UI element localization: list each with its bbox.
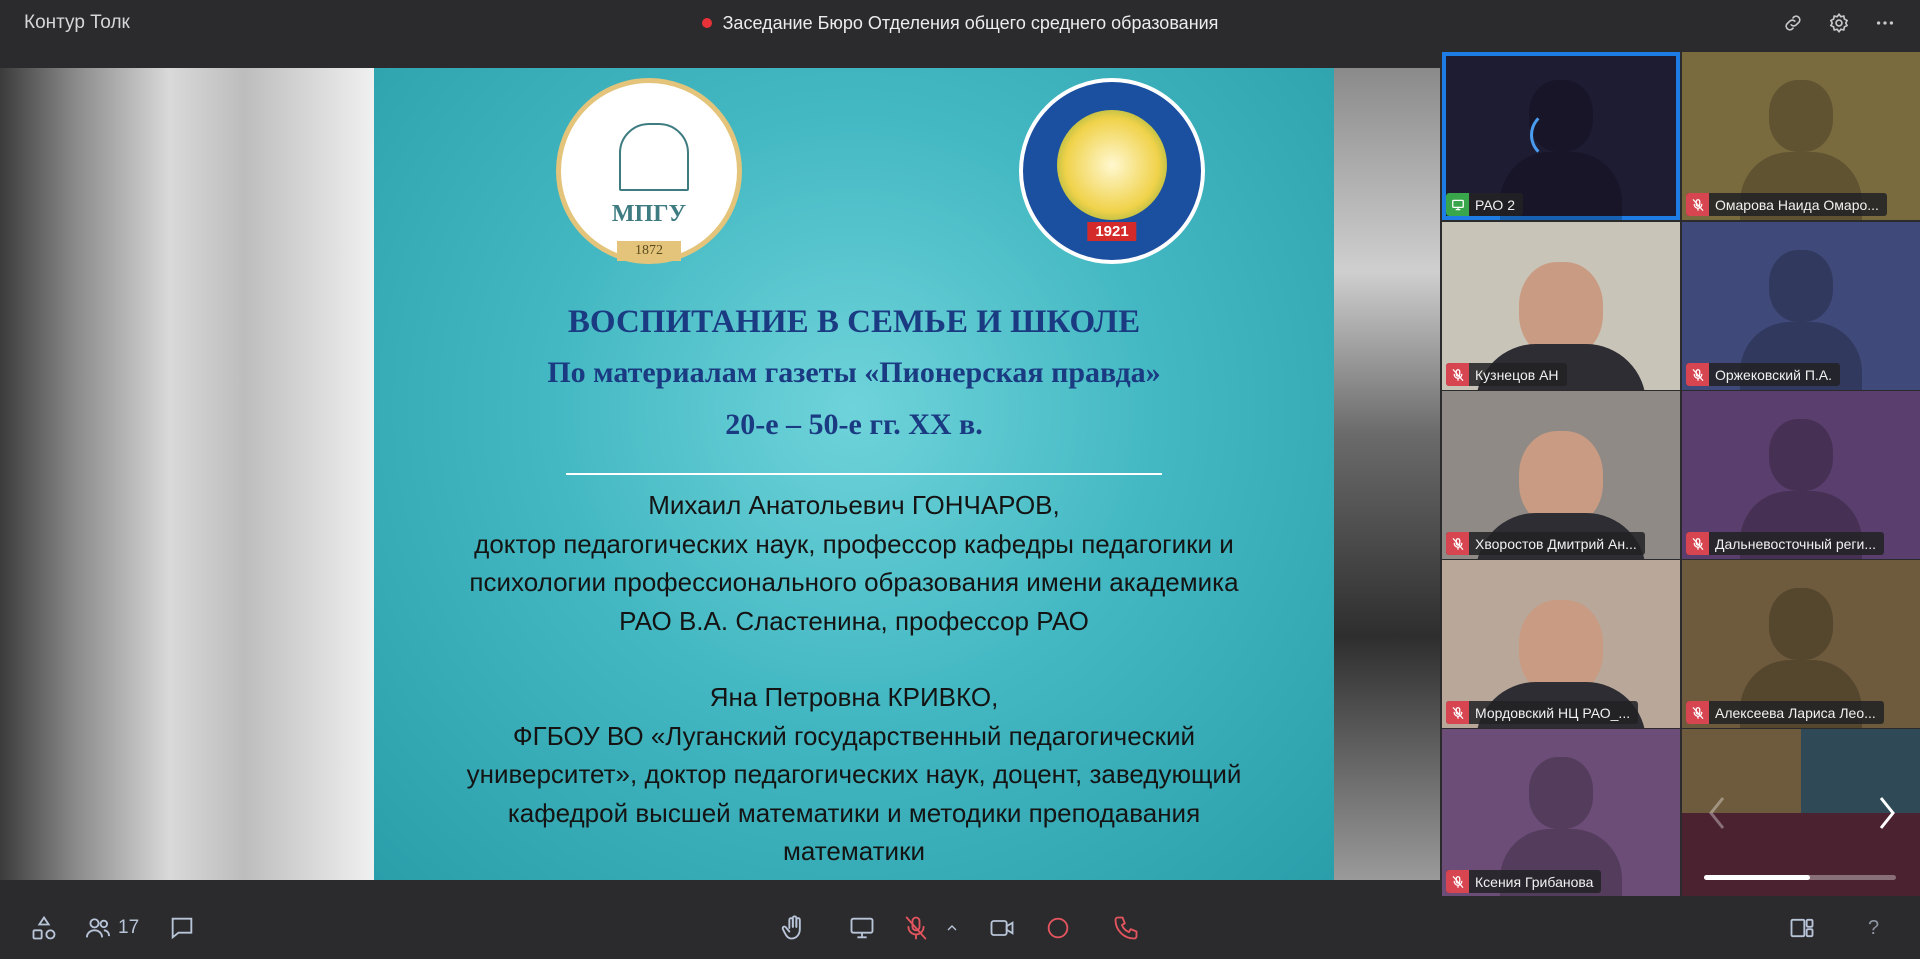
participant-name-tag: РАО 2 [1446, 193, 1523, 216]
participant-name-tag: Омарова Наида Омаро... [1686, 193, 1887, 216]
participant-name: Кузнецов АН [1475, 366, 1559, 383]
participant-name: Ксения Грибанова [1475, 873, 1594, 890]
page-indicator [1704, 875, 1896, 880]
camera-icon[interactable] [988, 912, 1016, 944]
avatar-placeholder-icon [1769, 80, 1833, 152]
participants-button[interactable]: 17 [84, 912, 139, 944]
participant-tile[interactable]: Мордовский НЦ РАО_... [1442, 560, 1680, 728]
book-icon [1057, 110, 1167, 220]
hang-up-icon[interactable] [1112, 912, 1140, 944]
author-1: Михаил Анатольевич ГОНЧАРОВ, доктор педа… [469, 490, 1239, 636]
more-participants-tile[interactable] [1682, 729, 1920, 896]
participants-grid: РАО 2 Омарова Наида Омаро... Кузнецов АН Ор… [1442, 52, 1920, 897]
lgpu-logo-year: 1921 [1087, 222, 1137, 241]
participant-name: Омарова Наида Омаро... [1715, 196, 1879, 213]
author-2: Яна Петровна КРИВКО, ФГБОУ ВО «Луганский… [466, 682, 1242, 866]
participant-name: Алексеева Лариса Лео... [1715, 704, 1876, 721]
participant-name-tag: Мордовский НЦ РАО_... [1446, 701, 1639, 724]
screen-share-status-icon [1446, 193, 1469, 216]
participant-tile[interactable]: Хворостов Дмитрий Ан... [1442, 391, 1680, 559]
participants-icon [84, 914, 112, 942]
mic-muted-icon [1446, 701, 1469, 724]
participant-name: Дальневосточный реги... [1715, 535, 1877, 552]
more-icon[interactable] [1872, 10, 1898, 36]
mini-tile [1682, 812, 1801, 896]
header-actions [1780, 10, 1898, 36]
participant-tile[interactable]: Дальневосточный реги... [1682, 391, 1920, 559]
chat-icon[interactable] [168, 912, 196, 944]
participant-name-tag: Алексеева Лариса Лео... [1686, 701, 1884, 724]
participant-name-tag: Дальневосточный реги... [1686, 532, 1885, 555]
top-bar: Контур Толк Заседание Бюро Отделения общ… [0, 0, 1920, 50]
avatar-placeholder-icon [1529, 757, 1593, 829]
mini-tile [1682, 729, 1801, 813]
participant-name: Мордовский НЦ РАО_... [1475, 704, 1631, 721]
mic-muted-icon [1446, 363, 1469, 386]
raise-hand-icon[interactable] [780, 912, 808, 944]
mini-tile [1801, 729, 1920, 813]
participant-tile[interactable]: Омарова Наида Омаро... [1682, 52, 1920, 220]
building-icon [619, 123, 689, 191]
mic-muted-icon [1446, 870, 1469, 893]
participant-name: Хворостов Дмитрий Ан... [1475, 535, 1637, 552]
layout-icon[interactable] [1788, 912, 1816, 944]
mic-muted-icon [1686, 532, 1709, 555]
loading-spinner-icon [1530, 110, 1580, 160]
participant-name: Оржековский П.А. [1715, 366, 1833, 383]
participant-tile[interactable]: Кузнецов АН [1442, 222, 1680, 390]
screen-share-icon[interactable] [848, 912, 876, 944]
shared-screen: МПГУ 1872 1921 ВОСПИТАНИЕ В СЕМЬЕ И ШКОЛ… [0, 68, 1440, 880]
participant-tile[interactable]: Ксения Грибанова [1442, 729, 1680, 897]
gear-icon[interactable] [1826, 10, 1852, 36]
avatar-placeholder-icon [1769, 250, 1833, 322]
mpgu-logo-year: 1872 [617, 241, 681, 261]
mic-muted-icon [1686, 701, 1709, 724]
participant-name-tag: Оржековский П.А. [1686, 363, 1841, 386]
recording-indicator-icon [701, 18, 712, 28]
link-icon[interactable] [1780, 10, 1806, 36]
avatar-placeholder-icon [1769, 588, 1833, 660]
mic-muted-icon [1686, 363, 1709, 386]
page-indicator-fill [1704, 875, 1810, 880]
slide-divider [566, 473, 1162, 475]
avatar-placeholder-icon [1769, 419, 1833, 491]
lgpu-logo: 1921 [1019, 78, 1205, 264]
bottom-toolbar: 17 ? [0, 896, 1920, 959]
chevron-up-icon[interactable] [944, 912, 960, 944]
background-photo-right [1333, 68, 1440, 880]
participants-count: 17 [118, 917, 140, 938]
participant-tile[interactable]: Алексеева Лариса Лео... [1682, 560, 1920, 728]
shapes-icon[interactable] [30, 912, 58, 944]
slide-period: 20-е – 50-е гг. XX в. [725, 408, 983, 441]
mini-tile [1801, 812, 1920, 896]
participant-tile[interactable]: Оржековский П.А. [1682, 222, 1920, 390]
chevron-right-icon[interactable] [1872, 793, 1902, 833]
participant-name-tag: Хворостов Дмитрий Ан... [1446, 532, 1645, 555]
mpgu-logo: МПГУ 1872 [556, 78, 742, 264]
meeting-title: Заседание Бюро Отделения общего среднего… [722, 13, 1219, 33]
participant-name-tag: Ксения Грибанова [1446, 870, 1602, 893]
mic-muted-icon [1446, 532, 1469, 555]
help-icon[interactable]: ? [1868, 912, 1879, 944]
participant-name: РАО 2 [1475, 196, 1515, 213]
slide-subheading: По материалам газеты «Пионерская правда» [547, 356, 1161, 389]
presentation-slide: МПГУ 1872 1921 ВОСПИТАНИЕ В СЕМЬЕ И ШКОЛ… [374, 68, 1334, 880]
slide-heading: ВОСПИТАНИЕ В СЕМЬЕ И ШКОЛЕ [567, 304, 1141, 340]
mic-off-icon[interactable] [902, 912, 930, 944]
record-icon[interactable] [1044, 912, 1072, 944]
chevron-left-icon[interactable] [1702, 793, 1732, 833]
participant-name-tag: Кузнецов АН [1446, 363, 1567, 386]
mic-muted-icon [1686, 193, 1709, 216]
participant-tile[interactable]: РАО 2 [1442, 52, 1680, 220]
meeting-title-bar: Заседание Бюро Отделения общего среднего… [0, 0, 1920, 46]
background-photo-left [0, 68, 376, 880]
mpgu-logo-text: МПГУ [611, 201, 687, 227]
